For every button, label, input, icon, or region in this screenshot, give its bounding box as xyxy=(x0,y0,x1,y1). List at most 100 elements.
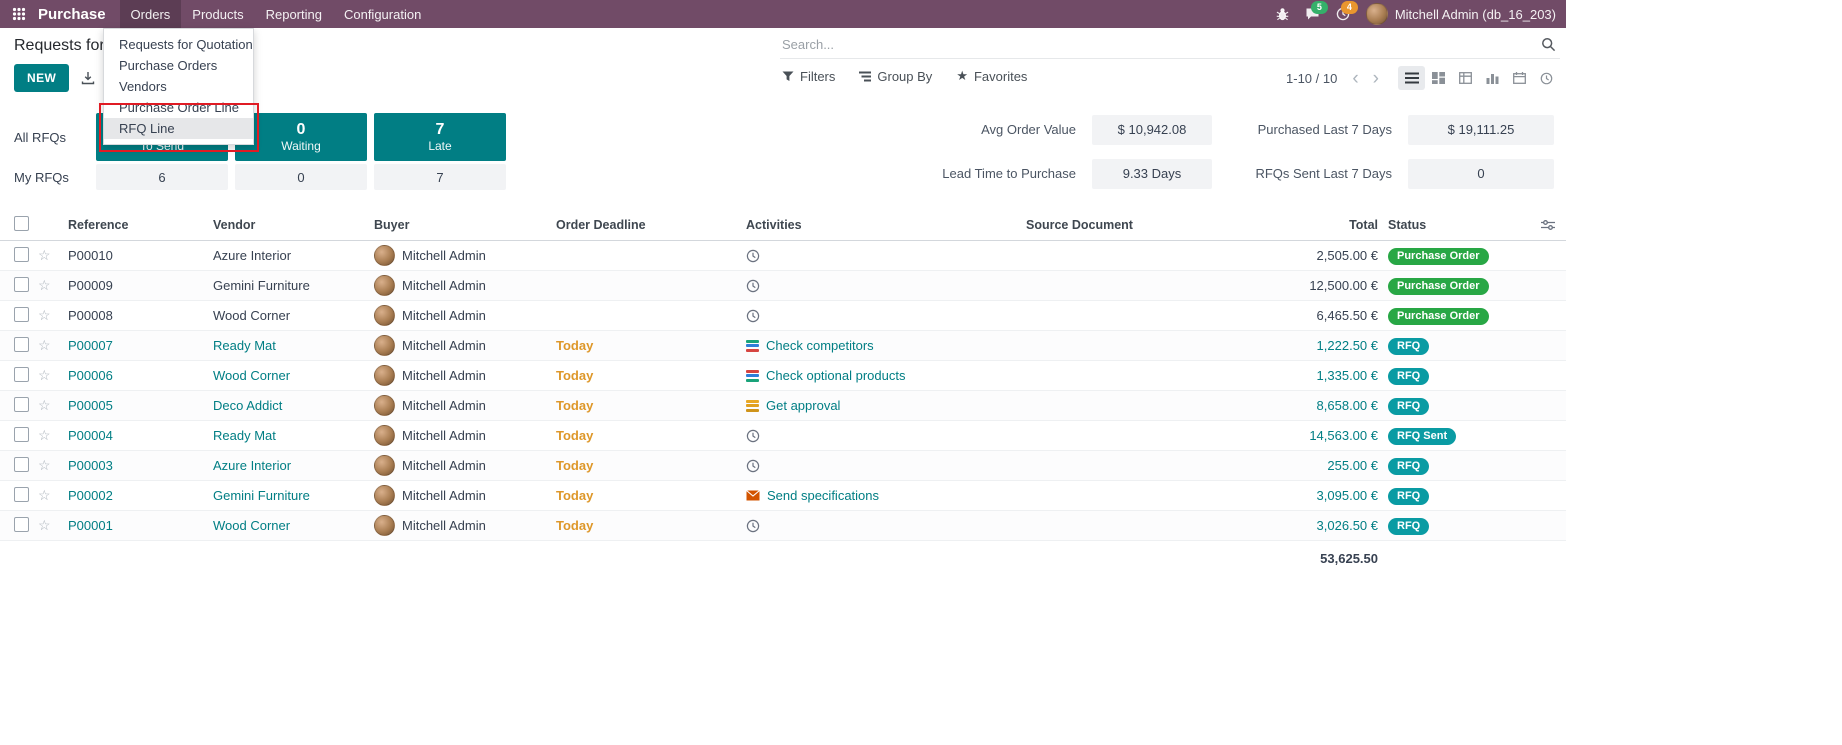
apps-grid-icon[interactable] xyxy=(8,3,30,25)
row-checkbox[interactable] xyxy=(14,487,29,502)
activity-label[interactable]: Send specifications xyxy=(767,488,879,503)
favorite-star-icon[interactable]: ☆ xyxy=(38,427,68,444)
table-row[interactable]: ☆ P00008 Wood Corner Mitchell Admin 6,46… xyxy=(0,301,1566,331)
optional-columns-icon[interactable] xyxy=(1530,219,1566,231)
table-row[interactable]: ☆ P00010 Azure Interior Mitchell Admin 2… xyxy=(0,241,1566,271)
all-rfqs-label[interactable]: All RFQs xyxy=(14,113,96,161)
activity-view-icon[interactable] xyxy=(1533,66,1560,90)
favorite-star-icon[interactable]: ☆ xyxy=(38,397,68,414)
list-view-icon[interactable] xyxy=(1398,66,1425,90)
dashboard-my-value[interactable]: 6 xyxy=(96,164,228,190)
search-icon[interactable] xyxy=(1541,37,1556,52)
messages-icon[interactable]: 5 xyxy=(1305,7,1320,21)
cell-activity[interactable] xyxy=(746,309,1026,323)
col-source-document[interactable]: Source Document xyxy=(1026,218,1256,232)
table-row[interactable]: ☆ P00006 Wood Corner Mitchell Admin Toda… xyxy=(0,361,1566,391)
menu-products[interactable]: Products xyxy=(181,0,254,28)
dashboard-card[interactable]: 0 Waiting xyxy=(235,113,367,161)
cell-total: 3,095.00 € xyxy=(1256,488,1380,503)
cell-activity[interactable]: Check optional products xyxy=(746,368,1026,383)
dropdown-menu-item[interactable]: RFQ Line xyxy=(104,118,253,139)
select-all-checkbox[interactable] xyxy=(14,216,29,231)
search-bar[interactable] xyxy=(780,31,1560,59)
cell-activity[interactable]: Get approval xyxy=(746,398,1026,413)
favorite-star-icon[interactable]: ☆ xyxy=(38,367,68,384)
dashboard-card[interactable]: 7 Late xyxy=(374,113,506,161)
activity-label[interactable]: Get approval xyxy=(766,398,840,413)
activities-icon[interactable]: 4 xyxy=(1336,7,1350,21)
pivot-view-icon[interactable] xyxy=(1452,66,1479,90)
favorite-star-icon[interactable]: ☆ xyxy=(38,307,68,324)
row-checkbox[interactable] xyxy=(14,337,29,352)
activity-label[interactable]: Check competitors xyxy=(766,338,874,353)
cell-vendor: Wood Corner xyxy=(213,368,374,383)
row-checkbox[interactable] xyxy=(14,277,29,292)
col-reference[interactable]: Reference xyxy=(68,218,213,232)
dropdown-menu-item[interactable]: Requests for Quotation xyxy=(104,34,253,55)
cell-activity[interactable] xyxy=(746,459,1026,473)
row-checkbox[interactable] xyxy=(14,457,29,472)
row-checkbox[interactable] xyxy=(14,427,29,442)
kanban-view-icon[interactable] xyxy=(1425,66,1452,90)
table-row[interactable]: ☆ P00001 Wood Corner Mitchell Admin Toda… xyxy=(0,511,1566,541)
favorite-star-icon[interactable]: ☆ xyxy=(38,337,68,354)
menu-reporting[interactable]: Reporting xyxy=(255,0,333,28)
row-checkbox[interactable] xyxy=(14,517,29,532)
pager-next-icon[interactable]: › xyxy=(1368,69,1384,88)
cell-activity[interactable] xyxy=(746,519,1026,533)
pager-previous-icon[interactable]: ‹ xyxy=(1347,69,1363,88)
favorite-star-icon[interactable]: ☆ xyxy=(38,247,68,264)
col-vendor[interactable]: Vendor xyxy=(213,218,374,232)
col-activities[interactable]: Activities xyxy=(746,218,1026,232)
cell-vendor: Wood Corner xyxy=(213,518,374,533)
new-button[interactable]: NEW xyxy=(14,64,69,92)
cell-activity[interactable] xyxy=(746,249,1026,263)
cell-activity[interactable]: Send specifications xyxy=(746,488,1026,503)
buyer-avatar xyxy=(374,395,395,416)
table-row[interactable]: ☆ P00003 Azure Interior Mitchell Admin T… xyxy=(0,451,1566,481)
row-checkbox[interactable] xyxy=(14,367,29,382)
cell-deadline: Today xyxy=(556,458,746,473)
table-row[interactable]: ☆ P00005 Deco Addict Mitchell Admin Toda… xyxy=(0,391,1566,421)
row-checkbox[interactable] xyxy=(14,247,29,262)
dashboard-my-value[interactable]: 7 xyxy=(374,164,506,190)
favorite-star-icon[interactable]: ☆ xyxy=(38,277,68,294)
graph-view-icon[interactable] xyxy=(1479,66,1506,90)
menu-orders[interactable]: Orders xyxy=(120,0,182,28)
bug-icon[interactable] xyxy=(1276,8,1289,21)
dropdown-menu-item[interactable]: Vendors xyxy=(104,76,253,97)
favorites-star-icon: ★ xyxy=(956,68,968,84)
dashboard-my-value[interactable]: 0 xyxy=(235,164,367,190)
table-row[interactable]: ☆ P00002 Gemini Furniture Mitchell Admin… xyxy=(0,481,1566,511)
table-row[interactable]: ☆ P00004 Ready Mat Mitchell Admin Today … xyxy=(0,421,1566,451)
rfq-list: Reference Vendor Buyer Order Deadline Ac… xyxy=(0,210,1566,575)
user-menu[interactable]: Mitchell Admin (db_16_203) xyxy=(1366,3,1556,25)
row-checkbox[interactable] xyxy=(14,397,29,412)
favorite-star-icon[interactable]: ☆ xyxy=(38,457,68,474)
row-checkbox[interactable] xyxy=(14,307,29,322)
favorite-star-icon[interactable]: ☆ xyxy=(38,517,68,534)
filters-button[interactable]: Filters xyxy=(782,69,835,84)
buyer-avatar xyxy=(374,335,395,356)
col-status[interactable]: Status xyxy=(1380,218,1530,232)
dropdown-menu-item[interactable]: Purchase Orders xyxy=(104,55,253,76)
col-order-deadline[interactable]: Order Deadline xyxy=(556,218,746,232)
table-row[interactable]: ☆ P00009 Gemini Furniture Mitchell Admin… xyxy=(0,271,1566,301)
cell-activity[interactable]: Check competitors xyxy=(746,338,1026,353)
stat-label: Avg Order Value xyxy=(981,122,1076,137)
calendar-view-icon[interactable] xyxy=(1506,66,1533,90)
cell-activity[interactable] xyxy=(746,429,1026,443)
col-buyer[interactable]: Buyer xyxy=(374,218,556,232)
dropdown-menu-item[interactable]: Purchase Order Line xyxy=(104,97,253,118)
download-icon[interactable] xyxy=(81,71,95,85)
menu-configuration[interactable]: Configuration xyxy=(333,0,432,28)
col-total[interactable]: Total xyxy=(1256,218,1380,232)
search-input[interactable] xyxy=(780,36,1541,53)
my-rfqs-label[interactable]: My RFQs xyxy=(14,164,96,190)
favorites-button[interactable]: ★ Favorites xyxy=(956,68,1027,84)
favorite-star-icon[interactable]: ☆ xyxy=(38,487,68,504)
group-by-button[interactable]: Group By xyxy=(859,69,932,84)
activity-label[interactable]: Check optional products xyxy=(766,368,905,383)
cell-activity[interactable] xyxy=(746,279,1026,293)
table-row[interactable]: ☆ P00007 Ready Mat Mitchell Admin Today … xyxy=(0,331,1566,361)
